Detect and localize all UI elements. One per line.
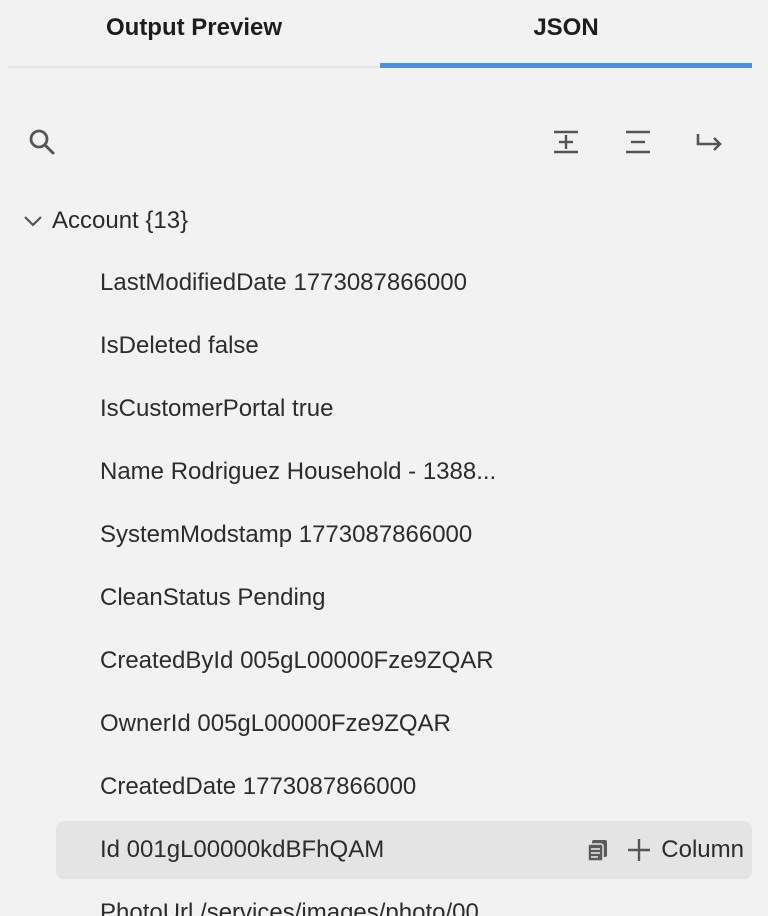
list-item[interactable]: PhotoUrl /services/images/photo/00... bbox=[56, 884, 752, 916]
list-item[interactable]: CreatedById 005gL00000Fze9ZQAR bbox=[56, 632, 752, 690]
list-item-text: IsCustomerPortal true bbox=[100, 395, 334, 422]
list-item-text: PhotoUrl /services/images/photo/00... bbox=[100, 899, 499, 916]
wrap-icon bbox=[696, 134, 722, 151]
tab-output-preview[interactable]: Output Preview bbox=[8, 0, 380, 66]
list-item-text: OwnerId 005gL00000Fze9ZQAR bbox=[100, 710, 451, 737]
tab-bar: Output Preview JSON bbox=[8, 0, 752, 68]
add-column-label: Column bbox=[661, 836, 744, 863]
list-item[interactable]: OwnerId 005gL00000Fze9ZQAR bbox=[56, 695, 752, 753]
list-item-text: CreatedDate 1773087866000 bbox=[100, 773, 417, 800]
list-item[interactable]: LastModifiedDate 1773087866000 bbox=[56, 254, 752, 312]
expand-all-button[interactable] bbox=[542, 118, 590, 166]
copy-icon bbox=[587, 840, 608, 862]
list-item[interactable]: Name Rodriguez Household - 1388... bbox=[56, 443, 752, 501]
list-item-text: SystemModstamp 1773087866000 bbox=[100, 521, 473, 548]
list-item-hovered[interactable]: Id 001gL00000kdBFhQAM Column bbox=[56, 821, 752, 879]
tree-children: LastModifiedDate 1773087866000 IsDeleted… bbox=[56, 254, 752, 916]
row-actions: Column bbox=[585, 821, 744, 879]
list-item-text: Id 001gL00000kdBFhQAM bbox=[100, 836, 385, 863]
tree-root-account[interactable]: Account {13} bbox=[22, 198, 188, 244]
list-item-text: LastModifiedDate 1773087866000 bbox=[100, 269, 467, 296]
json-viewer-panel: Output Preview JSON Account {13} LastMod… bbox=[0, 0, 768, 916]
list-item-text: IsDeleted false bbox=[100, 332, 259, 359]
search-button[interactable] bbox=[22, 118, 62, 166]
chevron-down-icon bbox=[24, 216, 42, 227]
search-icon bbox=[29, 129, 55, 155]
list-item-text: Name Rodriguez Household - 1388... bbox=[100, 458, 497, 485]
tab-json[interactable]: JSON bbox=[380, 0, 752, 68]
add-column-button[interactable]: Column bbox=[627, 836, 744, 864]
json-toolbar bbox=[22, 118, 734, 166]
list-item[interactable]: IsCustomerPortal true bbox=[56, 380, 752, 438]
tab-output-preview-label: Output Preview bbox=[105, 14, 283, 41]
list-item[interactable]: CreatedDate 1773087866000 bbox=[56, 758, 752, 816]
wrap-button[interactable] bbox=[686, 118, 734, 166]
collapse-all-button[interactable] bbox=[614, 118, 662, 166]
list-item[interactable]: IsDeleted false bbox=[56, 317, 752, 375]
copy-button[interactable] bbox=[585, 837, 611, 863]
plus-icon bbox=[628, 839, 651, 861]
list-item[interactable]: SystemModstamp 1773087866000 bbox=[56, 506, 752, 564]
tree-root-label: Account {13} bbox=[52, 207, 189, 234]
list-item-text: CleanStatus Pending bbox=[100, 584, 326, 611]
collapse-all-icon bbox=[626, 130, 650, 154]
list-item[interactable]: CleanStatus Pending bbox=[56, 569, 752, 627]
expand-all-icon bbox=[554, 130, 578, 154]
list-item-text: CreatedById 005gL00000Fze9ZQAR bbox=[100, 647, 494, 674]
tab-json-label: JSON bbox=[533, 14, 599, 41]
